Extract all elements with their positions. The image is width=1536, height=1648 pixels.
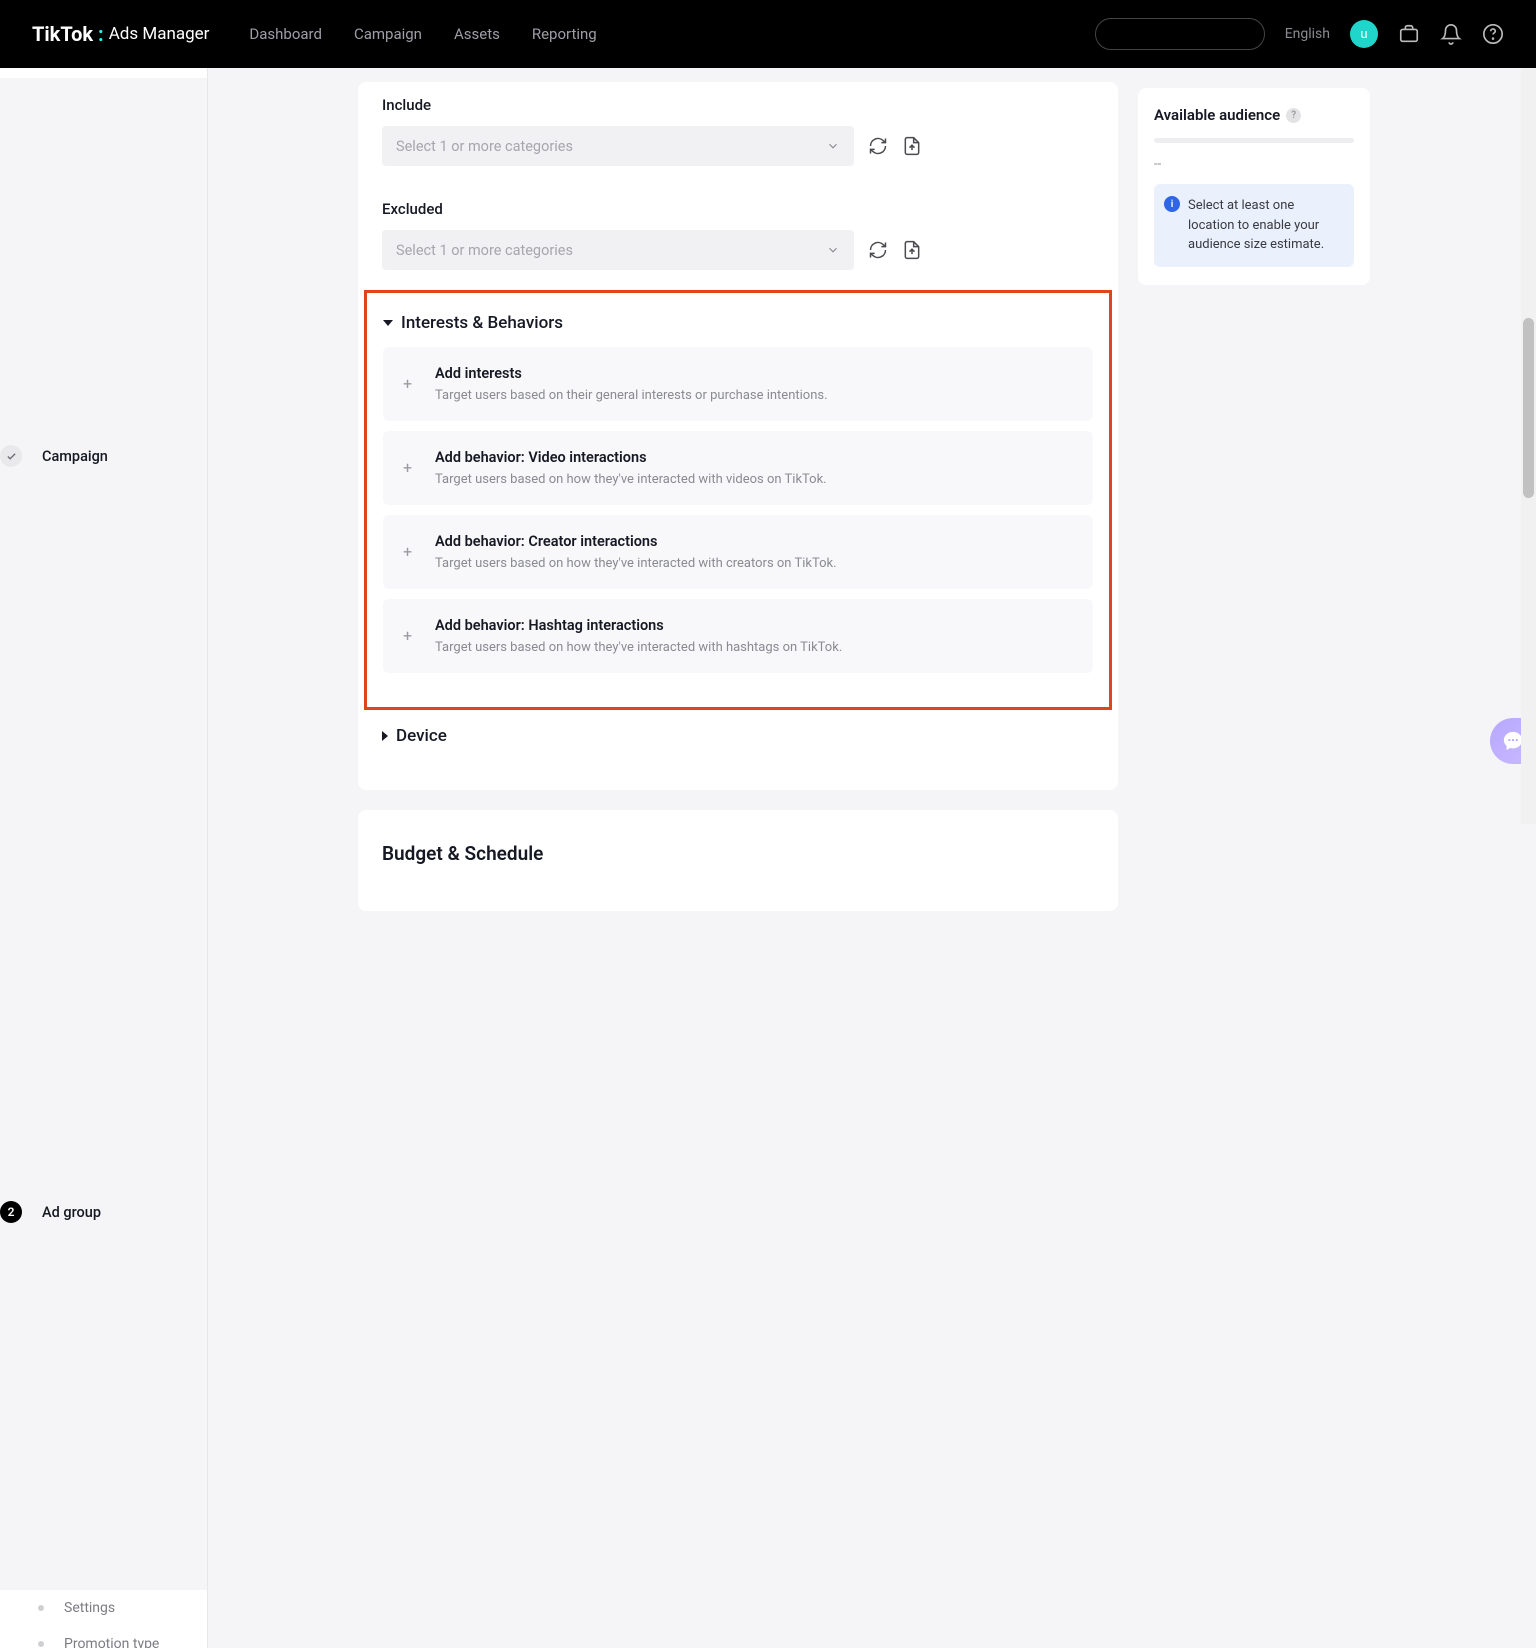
sidebar-item-promotion-type[interactable]: Promotion type bbox=[0, 1626, 207, 1648]
add-hashtag-behavior-card[interactable]: + Add behavior: Hashtag interactions Tar… bbox=[383, 599, 1093, 673]
logo[interactable]: TikTok : Ads Manager bbox=[32, 22, 209, 46]
interests-header[interactable]: Interests & Behaviors bbox=[383, 305, 1093, 347]
plus-icon: + bbox=[403, 628, 417, 644]
card-title: Add interests bbox=[435, 365, 1073, 382]
audience-card: Available audience ? -- i Select at leas… bbox=[1138, 88, 1370, 285]
audience-bar bbox=[1154, 138, 1354, 143]
bell-icon[interactable] bbox=[1440, 23, 1462, 45]
triangle-down-icon bbox=[383, 320, 393, 326]
excluded-select[interactable]: Select 1 or more categories bbox=[382, 230, 854, 270]
audience-title-row: Available audience ? bbox=[1154, 106, 1354, 124]
export-icon[interactable] bbox=[902, 240, 922, 260]
card-title: Add behavior: Video interactions bbox=[435, 449, 1073, 466]
language-selector[interactable]: English bbox=[1285, 26, 1330, 42]
plus-icon: + bbox=[403, 460, 417, 476]
nav-campaign[interactable]: Campaign bbox=[354, 25, 422, 43]
interests-highlight-zone: Interests & Behaviors + Add interests Ta… bbox=[364, 290, 1112, 710]
sidebar-item-campaign[interactable]: Campaign bbox=[0, 78, 207, 834]
export-icon[interactable] bbox=[902, 136, 922, 156]
card-title: Add behavior: Hashtag interactions bbox=[435, 617, 1073, 634]
refresh-icon[interactable] bbox=[868, 136, 888, 156]
add-video-behavior-card[interactable]: + Add behavior: Video interactions Targe… bbox=[383, 431, 1093, 505]
right-panel: Available audience ? -- i Select at leas… bbox=[1138, 68, 1370, 1648]
card-desc: Target users based on their general inte… bbox=[435, 388, 1073, 403]
briefcase-icon[interactable] bbox=[1398, 23, 1420, 45]
logo-main: TikTok bbox=[32, 22, 93, 46]
sidebar-label: Ad group bbox=[42, 1204, 101, 1221]
card-text: Add behavior: Hashtag interactions Targe… bbox=[435, 617, 1073, 655]
add-creator-behavior-card[interactable]: + Add behavior: Creator interactions Tar… bbox=[383, 515, 1093, 589]
header-left: TikTok : Ads Manager Dashboard Campaign … bbox=[32, 22, 597, 46]
dot-icon bbox=[38, 1605, 44, 1611]
dot-icon bbox=[38, 1641, 44, 1647]
refresh-icon[interactable] bbox=[868, 240, 888, 260]
card-text: Add interests Target users based on thei… bbox=[435, 365, 1073, 403]
sidebar-item-settings[interactable]: Settings bbox=[0, 1590, 207, 1626]
budget-title: Budget & Schedule bbox=[382, 812, 1094, 881]
excluded-row: Select 1 or more categories bbox=[382, 230, 1094, 270]
app-header: TikTok : Ads Manager Dashboard Campaign … bbox=[0, 0, 1536, 68]
sidebar-item-ad-group[interactable]: 2 Ad group bbox=[0, 834, 207, 1590]
header-right: English u bbox=[1095, 18, 1504, 50]
sidebar: Campaign 2 Ad group Settings Promotion t… bbox=[0, 68, 208, 1648]
include-label: Include bbox=[382, 82, 1094, 114]
card-text: Add behavior: Creator interactions Targe… bbox=[435, 533, 1073, 571]
interests-heading: Interests & Behaviors bbox=[401, 313, 563, 333]
info-text: Select at least one location to enable y… bbox=[1188, 198, 1324, 252]
form-content: Include Select 1 or more categories Excl… bbox=[358, 68, 1118, 1648]
include-select[interactable]: Select 1 or more categories bbox=[382, 126, 854, 166]
nav-dashboard[interactable]: Dashboard bbox=[249, 25, 322, 43]
device-heading: Device bbox=[396, 726, 447, 746]
nav-assets[interactable]: Assets bbox=[454, 25, 500, 43]
excluded-label: Excluded bbox=[382, 186, 1094, 218]
main-content: Include Select 1 or more categories Excl… bbox=[208, 68, 1536, 1648]
question-icon[interactable]: ? bbox=[1286, 108, 1301, 123]
plus-icon: + bbox=[403, 544, 417, 560]
info-box: i Select at least one location to enable… bbox=[1154, 184, 1354, 267]
layout: Campaign 2 Ad group Settings Promotion t… bbox=[0, 68, 1536, 1648]
logo-colon: : bbox=[98, 22, 104, 46]
card-title: Add behavior: Creator interactions bbox=[435, 533, 1073, 550]
triangle-right-icon bbox=[382, 731, 388, 741]
scrollbar[interactable] bbox=[1521, 68, 1536, 824]
avatar[interactable]: u bbox=[1350, 20, 1378, 48]
select-placeholder: Select 1 or more categories bbox=[396, 138, 573, 155]
chevron-down-icon bbox=[826, 243, 840, 257]
top-nav: Dashboard Campaign Assets Reporting bbox=[249, 25, 596, 43]
add-interests-card[interactable]: + Add interests Target users based on th… bbox=[383, 347, 1093, 421]
nav-reporting[interactable]: Reporting bbox=[532, 25, 597, 43]
sidebar-label: Settings bbox=[64, 1600, 115, 1616]
step-badge: 2 bbox=[0, 1201, 22, 1223]
audience-value: -- bbox=[1154, 151, 1354, 184]
logo-sub: Ads Manager bbox=[109, 24, 210, 44]
search-input[interactable] bbox=[1095, 18, 1265, 50]
include-row: Select 1 or more categories bbox=[382, 126, 1094, 166]
info-icon: i bbox=[1164, 196, 1180, 212]
card-desc: Target users based on how they've intera… bbox=[435, 556, 1073, 571]
chevron-down-icon bbox=[826, 139, 840, 153]
budget-panel: Budget & Schedule bbox=[358, 810, 1118, 911]
card-text: Add behavior: Video interactions Target … bbox=[435, 449, 1073, 487]
card-desc: Target users based on how they've intera… bbox=[435, 640, 1073, 655]
select-placeholder: Select 1 or more categories bbox=[396, 242, 573, 259]
help-icon[interactable] bbox=[1482, 23, 1504, 45]
plus-icon: + bbox=[403, 376, 417, 392]
card-desc: Target users based on how they've intera… bbox=[435, 472, 1073, 487]
sidebar-label: Promotion type bbox=[64, 1636, 159, 1648]
audience-title: Available audience bbox=[1154, 106, 1280, 124]
sidebar-label: Campaign bbox=[42, 448, 108, 465]
check-icon bbox=[0, 445, 22, 467]
targeting-panel: Include Select 1 or more categories Excl… bbox=[358, 82, 1118, 790]
device-header[interactable]: Device bbox=[382, 710, 1094, 760]
scrollbar-thumb[interactable] bbox=[1523, 318, 1534, 498]
